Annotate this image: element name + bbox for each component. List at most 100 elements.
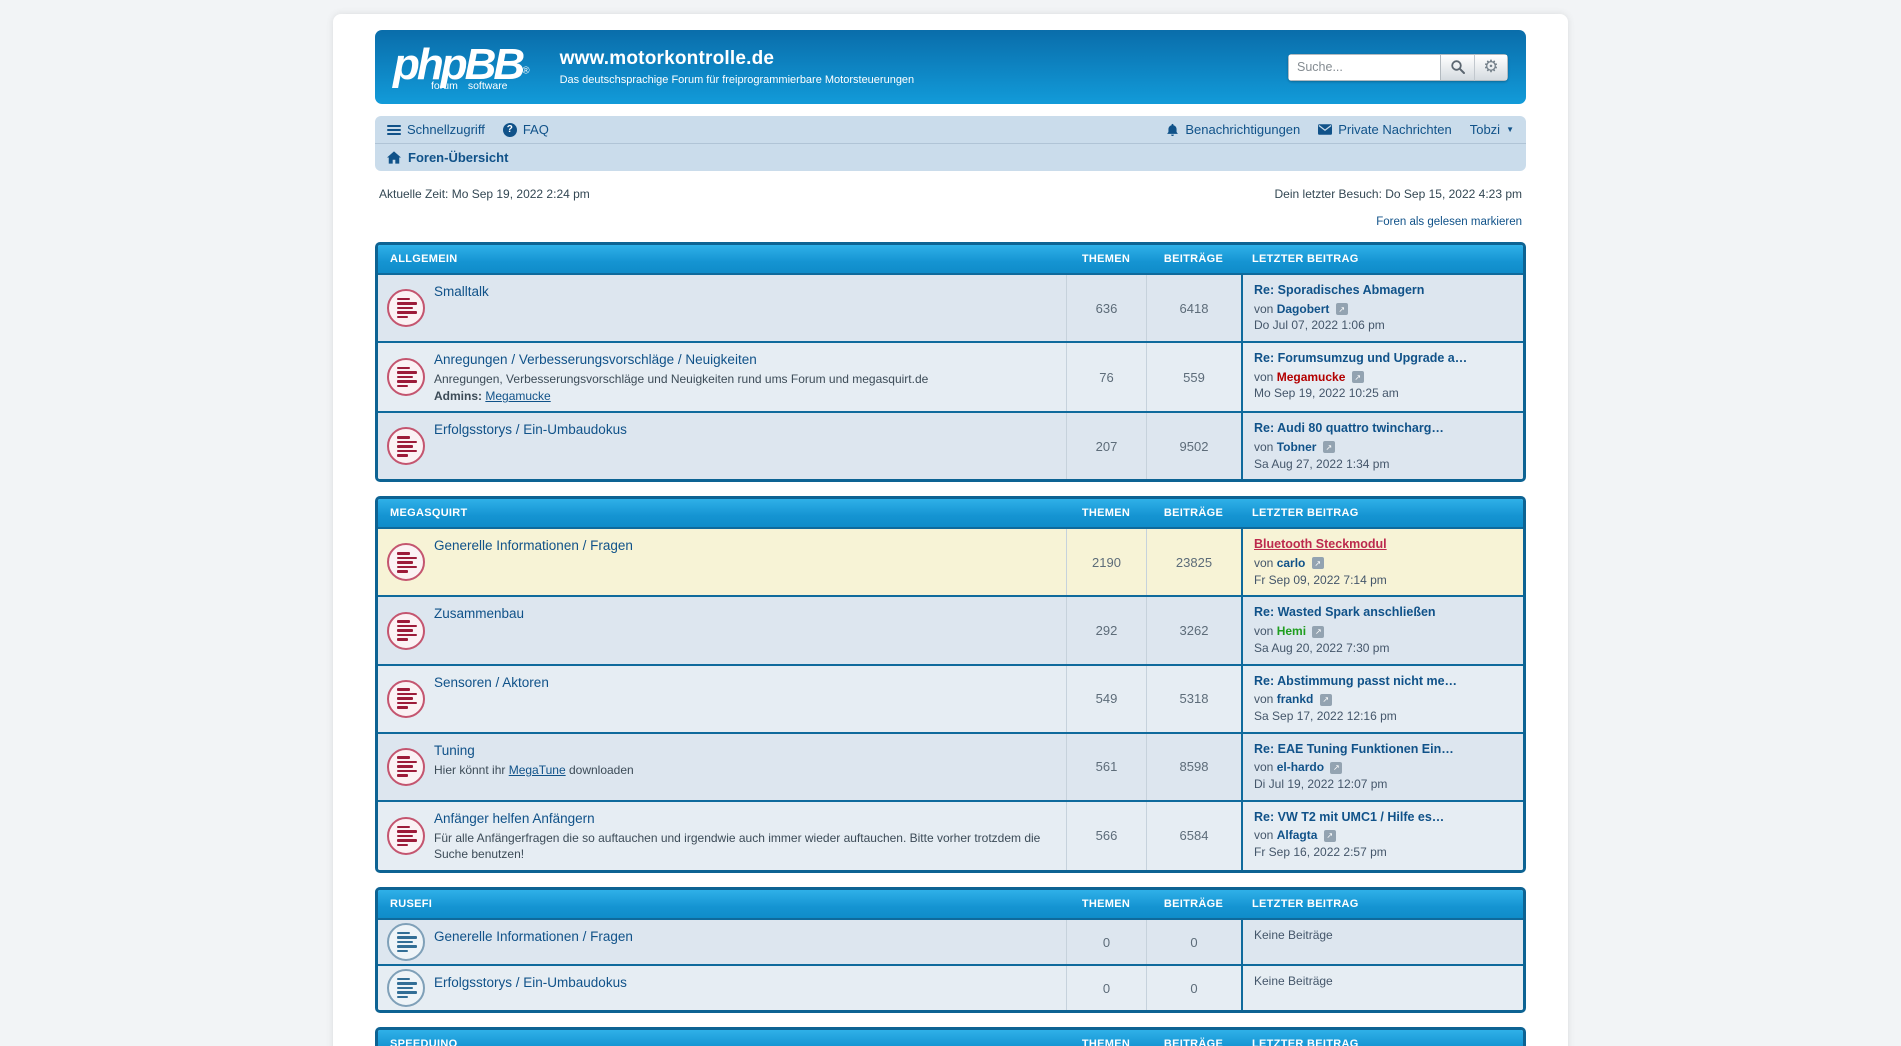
lastpost-cell: Keine Beiträge xyxy=(1241,920,1523,964)
forum-info-cell: Anfänger helfen Anfängern Für alle Anfän… xyxy=(434,802,1066,870)
faq-link[interactable]: ? FAQ xyxy=(503,122,549,137)
section-title: ALLGEMEIN xyxy=(378,253,1066,265)
goto-last-post-icon[interactable]: ↗ xyxy=(1352,371,1364,383)
forum-title-link[interactable]: Generelle Informationen / Fragen xyxy=(434,538,633,553)
forum-title-link[interactable]: Zusammenbau xyxy=(434,606,524,621)
envelope-icon xyxy=(1318,124,1332,135)
lastpost-title-link[interactable]: Re: Forumsumzug und Upgrade a… xyxy=(1254,350,1512,368)
lastpost-date: Mo Sep 19, 2022 10:25 am xyxy=(1254,385,1512,402)
goto-last-post-icon[interactable]: ↗ xyxy=(1320,694,1332,706)
forum-unread-icon xyxy=(387,817,425,855)
lastpost-author-link[interactable]: Tobner xyxy=(1277,440,1317,454)
forum-row: Anregungen / Verbesserungsvorschläge / N… xyxy=(378,341,1523,411)
forum-status-cell xyxy=(378,343,434,411)
lastpost-title-link[interactable]: Re: VW T2 mit UMC1 / Hilfe es… xyxy=(1254,809,1512,827)
quick-links-label: Schnellzugriff xyxy=(407,122,485,137)
topics-count: 292 xyxy=(1066,597,1146,663)
megatune-link[interactable]: MegaTune xyxy=(509,763,566,777)
goto-last-post-icon[interactable]: ↗ xyxy=(1312,626,1324,638)
private-messages-link[interactable]: Private Nachrichten xyxy=(1318,122,1451,137)
lastpost-date: Sa Sep 17, 2022 12:16 pm xyxy=(1254,708,1512,725)
posts-count: 8598 xyxy=(1146,734,1241,800)
goto-last-post-icon[interactable]: ↗ xyxy=(1330,762,1342,774)
search-input[interactable] xyxy=(1288,54,1440,81)
forum-status-cell xyxy=(378,920,434,964)
breadcrumb-board-index[interactable]: Foren-Übersicht xyxy=(387,150,508,165)
section-title: MEGASQUIRT xyxy=(378,507,1066,519)
forum-title-link[interactable]: Erfolgsstorys / Ein-Umbaudokus xyxy=(434,975,627,990)
forum-title-link[interactable]: Erfolgsstorys / Ein-Umbaudokus xyxy=(434,422,627,437)
breadcrumb-label: Foren-Übersicht xyxy=(408,150,508,165)
forum-status-cell xyxy=(378,275,434,341)
site-header: phpBB® forum software www.motorkontrolle… xyxy=(375,30,1526,104)
breadcrumb-row: Foren-Übersicht xyxy=(375,144,1526,171)
forum-status-cell xyxy=(378,966,434,1010)
user-menu[interactable]: Tobzi ▼ xyxy=(1470,122,1514,137)
lastpost-title-link[interactable]: Bluetooth Steckmodul xyxy=(1254,536,1512,554)
forum-title-link[interactable]: Anregungen / Verbesserungsvorschläge / N… xyxy=(434,352,757,367)
forum-section-megasquirt: MEGASQUIRT THEMEN BEITRÄGE LETZTER BEITR… xyxy=(375,496,1526,873)
notifications-link[interactable]: Benachrichtigungen xyxy=(1166,122,1300,137)
column-header-posts: BEITRÄGE xyxy=(1146,253,1241,265)
site-subtitle: Das deutschsprachige Forum für freiprogr… xyxy=(560,74,915,86)
goto-last-post-icon[interactable]: ↗ xyxy=(1336,303,1348,315)
topics-count: 0 xyxy=(1066,920,1146,964)
lastpost-author-link[interactable]: frankd xyxy=(1277,692,1314,706)
section-header: SPEEDUINO THEMEN BEITRÄGE LETZTER BEITRA… xyxy=(378,1030,1523,1046)
lastpost-author-link[interactable]: Megamucke xyxy=(1277,370,1346,384)
lastpost-author-link[interactable]: Dagobert xyxy=(1277,302,1330,316)
lastpost-cell: Keine Beiträge xyxy=(1241,966,1523,1010)
von-label: von xyxy=(1254,440,1273,454)
goto-last-post-icon[interactable]: ↗ xyxy=(1312,557,1324,569)
column-header-lastpost: LETZTER BEITRAG xyxy=(1241,507,1523,519)
forum-title-link[interactable]: Tuning xyxy=(434,743,475,758)
search-icon xyxy=(1450,59,1466,75)
lastpost-date: Di Jul 19, 2022 12:07 pm xyxy=(1254,776,1512,793)
lastpost-cell: Re: Abstimmung passt nicht me… von frank… xyxy=(1241,666,1523,732)
forum-description: Hier könnt ihr MegaTune downloaden xyxy=(434,762,1056,778)
forum-title-link[interactable]: Anfänger helfen Anfängern xyxy=(434,811,595,826)
phpbb-logo[interactable]: phpBB® forum software xyxy=(393,43,544,92)
lastpost-cell: Re: Forumsumzug und Upgrade a… von Megam… xyxy=(1241,343,1523,411)
last-visit: Dein letzter Besuch: Do Sep 15, 2022 4:2… xyxy=(1275,187,1522,201)
username-label: Tobzi xyxy=(1470,122,1500,137)
forum-row-highlighted: Generelle Informationen / Fragen 2190 23… xyxy=(378,527,1523,595)
lastpost-author-link[interactable]: el-hardo xyxy=(1277,760,1324,774)
lastpost-cell: Re: VW T2 mit UMC1 / Hilfe es… von Alfag… xyxy=(1241,802,1523,870)
lastpost-title-link[interactable]: Re: EAE Tuning Funktionen Ein… xyxy=(1254,741,1512,759)
admins-label: Admins: xyxy=(434,389,482,403)
lastpost-author-link[interactable]: Hemi xyxy=(1277,624,1306,638)
navbar-user-area: Benachrichtigungen Private Nachrichten T… xyxy=(1166,122,1514,137)
forum-section-rusefi: RUSEFI THEMEN BEITRÄGE LETZTER BEITRAG G… xyxy=(375,887,1526,1013)
lastpost-title-link[interactable]: Re: Sporadisches Abmagern xyxy=(1254,282,1512,300)
goto-last-post-icon[interactable]: ↗ xyxy=(1324,830,1336,842)
forum-title-link[interactable]: Smalltalk xyxy=(434,284,489,299)
lastpost-cell: Re: Sporadisches Abmagern von Dagobert ↗… xyxy=(1241,275,1523,341)
forum-info-cell: Anregungen / Verbesserungsvorschläge / N… xyxy=(434,343,1066,411)
lastpost-title-link[interactable]: Re: Abstimmung passt nicht me… xyxy=(1254,673,1512,691)
quick-links-menu[interactable]: Schnellzugriff xyxy=(387,122,485,137)
lastpost-title-link[interactable]: Re: Wasted Spark anschließen xyxy=(1254,604,1512,622)
forum-description: Für alle Anfängerfragen die so auftauche… xyxy=(434,830,1056,862)
section-header: RUSEFI THEMEN BEITRÄGE LETZTER BEITRAG xyxy=(378,890,1523,918)
mark-forums-read-link[interactable]: Foren als gelesen markieren xyxy=(1376,216,1522,228)
topics-count: 636 xyxy=(1066,275,1146,341)
forum-title-link[interactable]: Generelle Informationen / Fragen xyxy=(434,929,633,944)
lastpost-title-link[interactable]: Re: Audi 80 quattro twincharg… xyxy=(1254,420,1512,438)
site-title[interactable]: www.motorkontrolle.de xyxy=(560,48,915,70)
admin-user-link[interactable]: Megamucke xyxy=(485,389,550,403)
goto-last-post-icon[interactable]: ↗ xyxy=(1323,441,1335,453)
lastpost-author-link[interactable]: Alfagta xyxy=(1277,828,1318,842)
search-button[interactable] xyxy=(1440,54,1474,81)
no-posts-label: Keine Beiträge xyxy=(1254,974,1333,988)
forum-status-cell xyxy=(378,666,434,732)
forum-status-cell xyxy=(378,734,434,800)
section-header: ALLGEMEIN THEMEN BEITRÄGE LETZTER BEITRA… xyxy=(378,245,1523,273)
forum-section-allgemein: ALLGEMEIN THEMEN BEITRÄGE LETZTER BEITRA… xyxy=(375,242,1526,482)
column-header-lastpost: LETZTER BEITRAG xyxy=(1241,898,1523,910)
advanced-search-button[interactable]: ⚙ xyxy=(1474,54,1508,81)
faq-label: FAQ xyxy=(523,122,549,137)
forum-title-link[interactable]: Sensoren / Aktoren xyxy=(434,675,549,690)
forum-info-cell: Erfolgsstorys / Ein-Umbaudokus xyxy=(434,966,1066,1010)
lastpost-author-link[interactable]: carlo xyxy=(1277,556,1306,570)
